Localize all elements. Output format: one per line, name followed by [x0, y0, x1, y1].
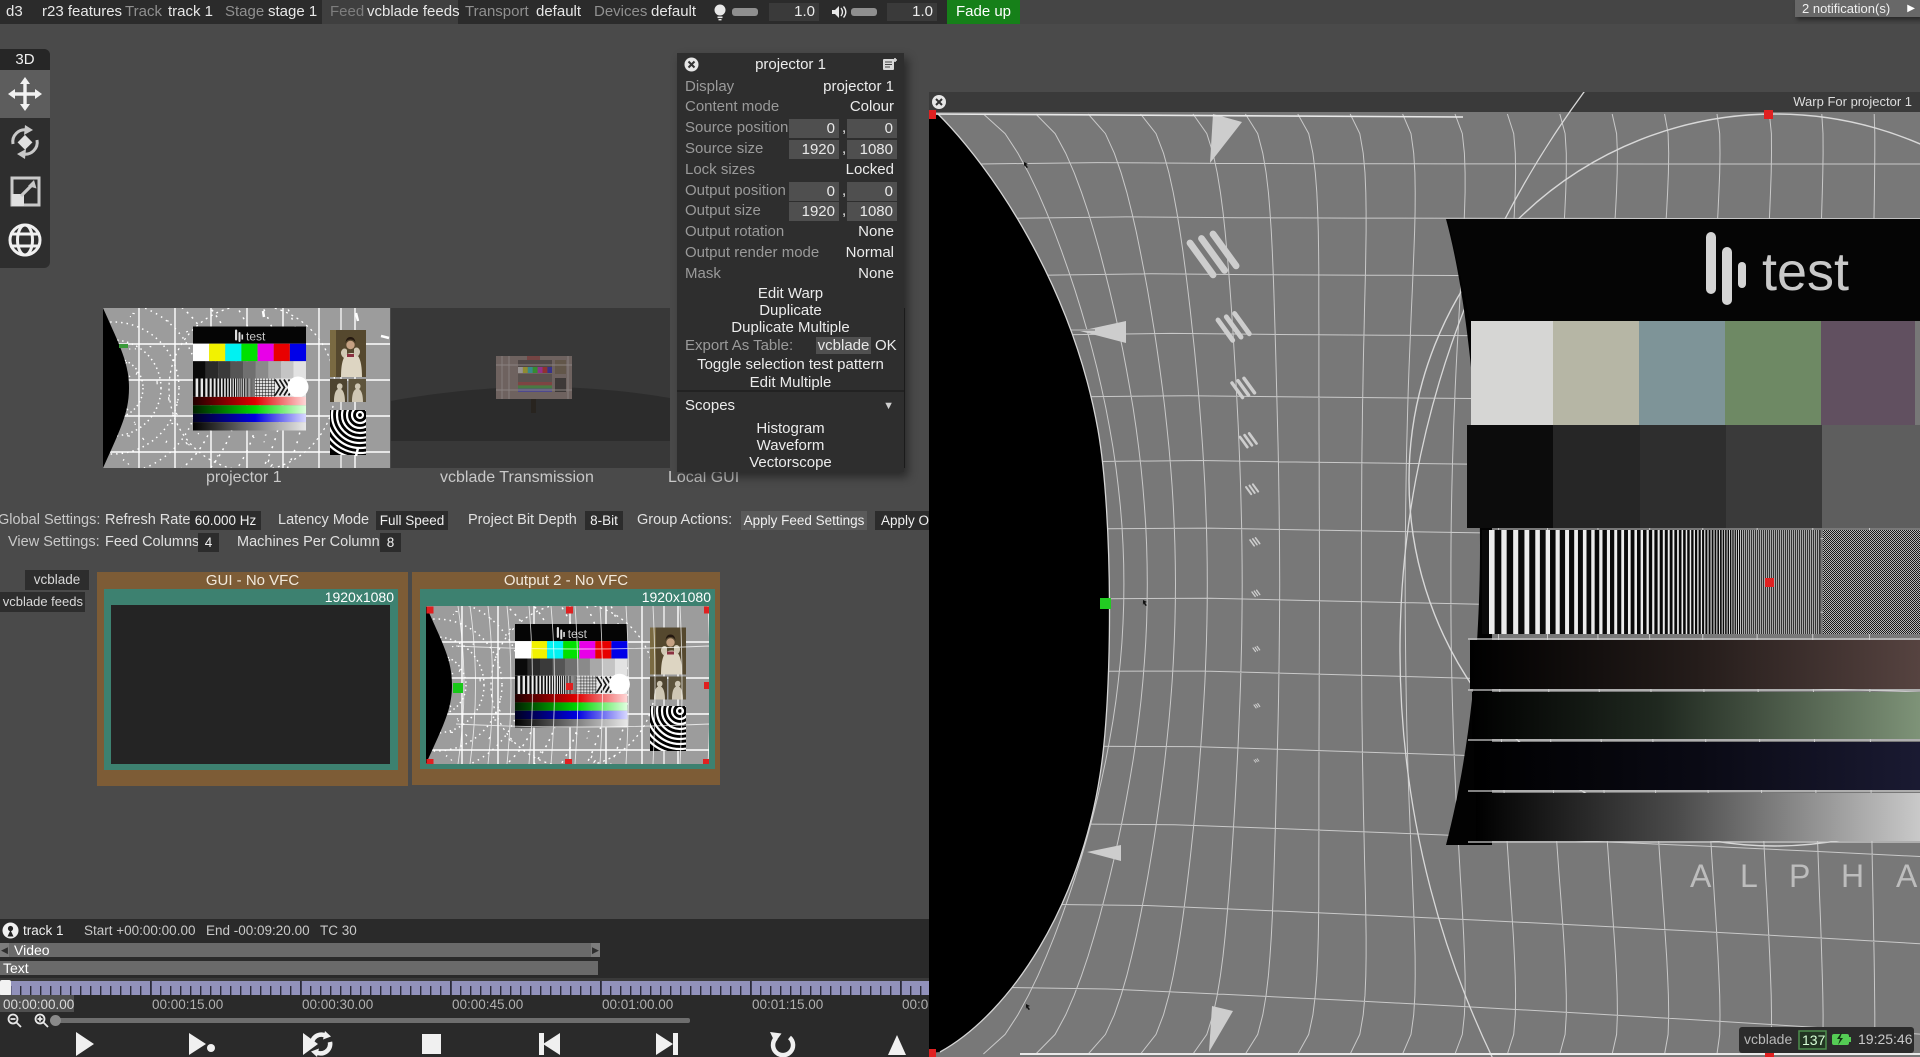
svg-text:A: A — [1690, 858, 1712, 894]
svg-text:19:25:46: 19:25:46 — [1858, 1031, 1913, 1047]
svg-text:vcblade: vcblade — [1744, 1031, 1792, 1047]
svg-text:137: 137 — [1802, 1032, 1826, 1048]
svg-text:A: A — [1896, 858, 1918, 894]
svg-text:test: test — [246, 330, 266, 344]
svg-text:L: L — [1740, 858, 1758, 894]
svg-text:P: P — [1789, 858, 1810, 894]
svg-text:H: H — [1841, 858, 1864, 894]
svg-text:test: test — [1762, 242, 1849, 302]
svg-text:test: test — [568, 627, 588, 641]
